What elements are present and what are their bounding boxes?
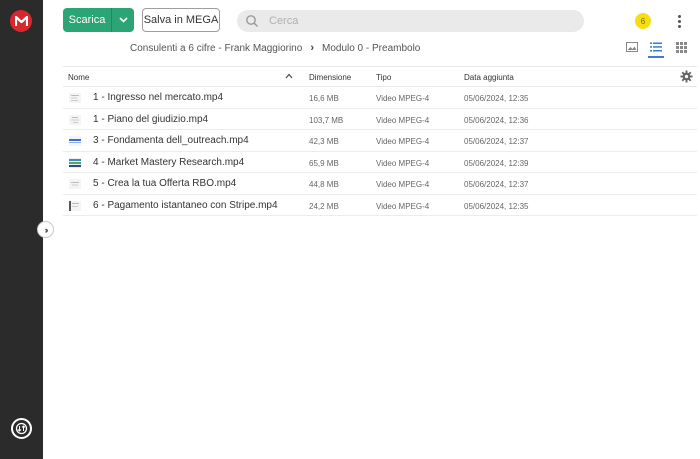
file-type: Video MPEG-4 [376, 180, 430, 189]
mega-logo-icon[interactable] [10, 10, 32, 32]
table-header: Nome Dimensione Tipo Data aggiunta [63, 66, 697, 87]
column-header-type[interactable]: Tipo [376, 73, 391, 82]
file-type: Video MPEG-4 [376, 201, 430, 211]
table-row[interactable]: 1 - Piano del giudizio.mp4 103,7 MB Vide… [63, 109, 697, 130]
file-table: Nome Dimensione Tipo Data aggiunta 1 - I… [63, 66, 697, 216]
video-thumbnail-icon [69, 179, 81, 189]
file-name[interactable]: 1 - Piano del giudizio.mp4 [93, 114, 208, 125]
table-body: 1 - Ingresso nel mercato.mp4 16,6 MB Vid… [63, 87, 697, 216]
file-size: 24,2 MB [309, 201, 339, 211]
grid-view-icon[interactable] [674, 40, 688, 54]
gear-icon[interactable] [680, 70, 693, 83]
file-date: 05/06/2024, 12:35 [464, 94, 529, 103]
search-input[interactable] [269, 15, 569, 27]
file-name[interactable]: 5 - Crea la tua Offerta RBO.mp4 [93, 178, 236, 189]
notification-badge[interactable]: 6 [635, 13, 651, 29]
video-thumbnail-icon [69, 157, 81, 168]
file-name[interactable]: 1 - Ingresso nel mercato.mp4 [93, 92, 223, 103]
file-date: 05/06/2024, 12:35 [464, 201, 529, 211]
download-button[interactable]: Scarica [63, 8, 134, 32]
file-type: Video MPEG-4 [376, 158, 430, 168]
breadcrumb-parent[interactable]: Consulenti a 6 cifre - Frank Maggiorino [130, 43, 302, 54]
file-name[interactable]: 6 - Pagamento istantaneo con Stripe.mp4 [93, 200, 278, 211]
table-row[interactable]: 3 - Fondamenta dell_outreach.mp4 42,3 MB… [63, 130, 697, 152]
download-button-label: Scarica [68, 14, 106, 26]
search-icon [246, 15, 259, 28]
thumbnail-view-icon[interactable] [625, 40, 639, 54]
chevron-down-icon[interactable] [112, 17, 134, 23]
expand-sidebar-icon[interactable]: ›› [37, 221, 54, 238]
table-row[interactable]: 5 - Crea la tua Offerta RBO.mp4 44,8 MB … [63, 173, 697, 195]
search-bar[interactable] [237, 10, 584, 32]
file-type: Video MPEG-4 [376, 137, 430, 146]
file-date: 05/06/2024, 12:36 [464, 115, 529, 125]
file-date: 05/06/2024, 12:39 [464, 158, 529, 168]
file-type: Video MPEG-4 [376, 94, 430, 103]
file-date: 05/06/2024, 12:37 [464, 137, 529, 146]
file-size: 44,8 MB [309, 180, 339, 189]
file-size: 42,3 MB [309, 137, 339, 146]
more-menu-icon[interactable] [674, 12, 684, 30]
video-thumbnail-icon [69, 93, 81, 103]
table-row[interactable]: 1 - Ingresso nel mercato.mp4 16,6 MB Vid… [63, 87, 697, 109]
file-size: 103,7 MB [309, 115, 344, 125]
file-size: 16,6 MB [309, 94, 339, 103]
chevron-right-icon: › [310, 42, 314, 54]
column-header-size[interactable]: Dimensione [309, 73, 351, 82]
breadcrumb-current: Modulo 0 - Preambolo [321, 42, 421, 54]
file-type: Video MPEG-4 [376, 115, 430, 125]
column-header-date[interactable]: Data aggiunta [464, 73, 514, 82]
transfer-manager-icon[interactable] [11, 418, 32, 439]
table-row[interactable]: 6 - Pagamento istantaneo con Stripe.mp4 … [63, 195, 697, 216]
app-root: ›› Scarica Salva in MEGA 6 Consulenti a … [0, 0, 700, 459]
file-name[interactable]: 4 - Market Mastery Research.mp4 [93, 157, 244, 168]
file-size: 65,9 MB [309, 158, 339, 168]
save-to-mega-button[interactable]: Salva in MEGA [142, 8, 220, 32]
column-header-name[interactable]: Nome [68, 73, 89, 82]
breadcrumb: Consulenti a 6 cifre - Frank Maggiorino … [130, 42, 420, 54]
list-view-icon[interactable] [649, 40, 663, 54]
file-date: 05/06/2024, 12:37 [464, 180, 529, 189]
active-view-indicator [648, 56, 664, 58]
table-row[interactable]: 4 - Market Mastery Research.mp4 65,9 MB … [63, 152, 697, 173]
sort-ascending-icon[interactable] [285, 71, 293, 81]
file-name[interactable]: 3 - Fondamenta dell_outreach.mp4 [93, 135, 249, 146]
video-thumbnail-icon [69, 200, 81, 211]
video-thumbnail-icon [69, 114, 81, 125]
video-thumbnail-icon [69, 136, 81, 146]
